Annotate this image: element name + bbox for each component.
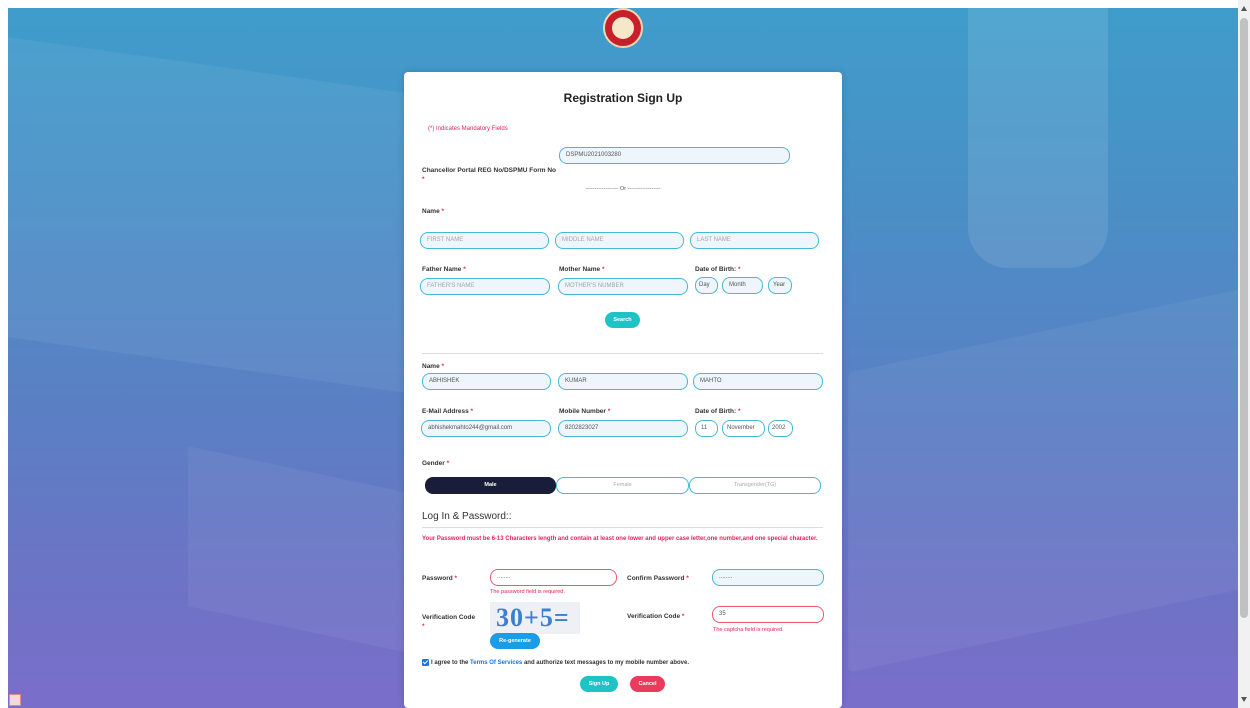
university-logo-icon	[603, 8, 643, 48]
search-name-label: Name *	[422, 208, 445, 215]
mother-name-label: Mother Name *	[559, 266, 605, 273]
password-error: The password field is required.	[490, 589, 565, 595]
login-divider	[422, 527, 823, 528]
reg-no-input[interactable]: DSPMU2021003280	[559, 147, 790, 164]
registration-card: Registration Sign Up (*) Indicates Manda…	[404, 72, 842, 708]
details-middle-name-input[interactable]: KUMAR	[558, 373, 688, 390]
search-dob-day-select[interactable]: Day	[695, 277, 718, 294]
details-name-label: Name *	[422, 363, 445, 370]
terms-checkbox[interactable]	[422, 659, 429, 666]
regenerate-button[interactable]: Re-generate	[490, 633, 540, 649]
terms-agreement: I agree to the Terms Of Services and aut…	[422, 659, 689, 666]
mandatory-note: (*) Indicates Mandatory Fields	[428, 126, 508, 132]
signup-button[interactable]: Sign Up	[580, 676, 618, 692]
search-dob-label: Date of Birth: *	[695, 266, 741, 273]
gender-male-option[interactable]: Male	[425, 477, 556, 494]
middle-name-input[interactable]: MIDDLE NAME	[555, 232, 684, 249]
password-input[interactable]: ........	[490, 569, 617, 586]
verification-label-right: Verification Code *	[627, 613, 685, 620]
scroll-thumb[interactable]	[1240, 18, 1248, 618]
gender-label: Gender *	[422, 460, 450, 467]
details-dob-year-select[interactable]: 2002	[768, 420, 793, 437]
password-rule-text: Your Password must be 6-13 Characters le…	[422, 536, 818, 542]
reg-no-label: Chancellor Portal REG No/DSPMU Form No *	[422, 167, 556, 183]
password-label: Password *	[422, 575, 458, 582]
captcha-error: The captcha field is required.	[713, 627, 784, 633]
details-last-name-input[interactable]: MAHTO	[693, 373, 823, 390]
scroll-down-icon[interactable]	[1241, 697, 1247, 702]
first-name-input[interactable]: FIRST NAME	[420, 232, 549, 249]
gender-transgender-option[interactable]: Transgender(TG)	[689, 477, 821, 494]
search-dob-month-select[interactable]: Month	[722, 277, 763, 294]
last-name-input[interactable]: LAST NAME	[690, 232, 819, 249]
captcha-image: 30+5=	[490, 602, 580, 634]
search-button[interactable]: Search	[605, 312, 640, 328]
mother-name-input[interactable]: MOTHER'S NUMBER	[558, 278, 688, 295]
email-label: E-Mail Address *	[422, 408, 474, 415]
mobile-label: Mobile Number *	[559, 408, 611, 415]
verification-code-input[interactable]: 35	[712, 606, 824, 623]
father-name-input[interactable]: FATHER'S NAME	[420, 278, 550, 295]
login-section-title: Log In & Password::	[422, 511, 512, 522]
mobile-input[interactable]: 8202823027	[558, 420, 688, 437]
search-dob-year-select[interactable]: Year	[768, 277, 792, 294]
confirm-password-input[interactable]: ........	[712, 569, 824, 586]
page-title: Registration Sign Up	[563, 91, 683, 105]
details-dob-label: Date of Birth: *	[695, 408, 741, 415]
details-dob-day-select[interactable]: 11	[695, 420, 718, 437]
confirm-password-label: Confirm Password *	[627, 575, 689, 582]
details-first-name-input[interactable]: ABHISHEK	[422, 373, 551, 390]
cancel-button[interactable]: Cancel	[630, 676, 665, 692]
verification-label-left: Verification Code *	[422, 614, 476, 630]
page-scrollbar[interactable]	[1238, 0, 1250, 708]
or-separator: ------------------ Or ------------------	[585, 186, 661, 192]
terms-link[interactable]: Terms Of Services	[470, 660, 522, 666]
father-name-label: Father Name *	[422, 266, 466, 273]
corner-badge-icon	[9, 694, 21, 706]
gender-female-option[interactable]: Female	[556, 477, 689, 494]
section-divider	[422, 353, 823, 354]
details-dob-month-select[interactable]: November	[722, 420, 765, 437]
email-input[interactable]: abhishekmahto244@gmail.com	[421, 420, 551, 437]
scroll-up-icon[interactable]	[1241, 6, 1247, 11]
